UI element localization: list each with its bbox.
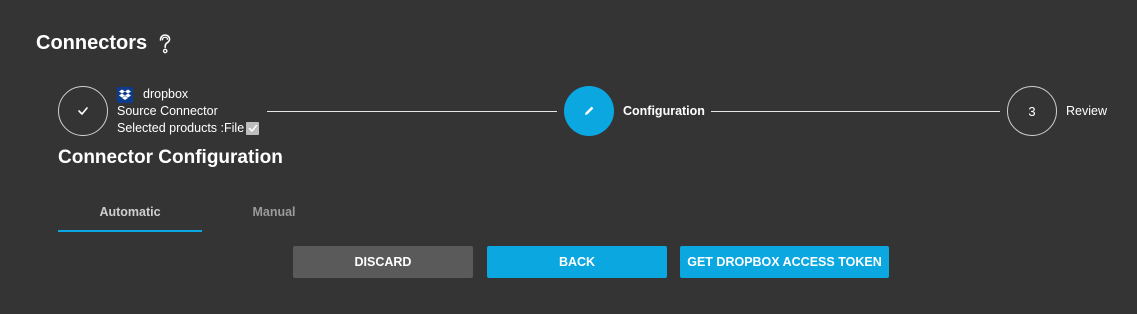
help-question-icon[interactable]: [157, 33, 173, 55]
connector-name: dropbox: [143, 87, 189, 101]
configuration-tabs: Automatic Manual: [58, 196, 346, 232]
dropbox-icon: [117, 86, 133, 103]
check-icon: [78, 107, 88, 115]
tab-active-indicator: [58, 230, 202, 232]
page-title: Connectors: [36, 32, 148, 54]
connector-stepper: dropbox Source Connector Selected produc…: [0, 82, 1137, 142]
stepper-connector-line: [267, 111, 557, 112]
selected-products-label: Selected products :File: [117, 121, 245, 135]
tab-automatic[interactable]: Automatic: [58, 196, 202, 232]
pencil-icon: [585, 106, 594, 115]
step-source-info: dropbox Source Connector Selected produc…: [117, 86, 260, 137]
section-title: Connector Configuration: [58, 147, 283, 168]
tab-manual[interactable]: Manual: [202, 196, 346, 232]
step-review-label: Review: [1066, 104, 1107, 118]
discard-button[interactable]: DISCARD: [293, 246, 473, 278]
page-header: Connectors: [36, 32, 173, 55]
step-review-circle[interactable]: 3: [1007, 86, 1057, 136]
stepper-connector-line: [711, 111, 1000, 112]
step-configuration-label: Configuration: [623, 104, 705, 118]
connector-type: Source Connector: [117, 104, 218, 118]
get-dropbox-access-token-button[interactable]: GET DROPBOX ACCESS TOKEN: [680, 246, 889, 278]
back-button[interactable]: BACK: [487, 246, 667, 278]
step-configuration-circle[interactable]: [564, 86, 614, 136]
checkmark-icon: [248, 124, 257, 132]
step-review-number: 3: [1028, 103, 1036, 119]
selected-products-checkbox[interactable]: [246, 122, 260, 135]
step-source-circle[interactable]: [58, 86, 108, 136]
